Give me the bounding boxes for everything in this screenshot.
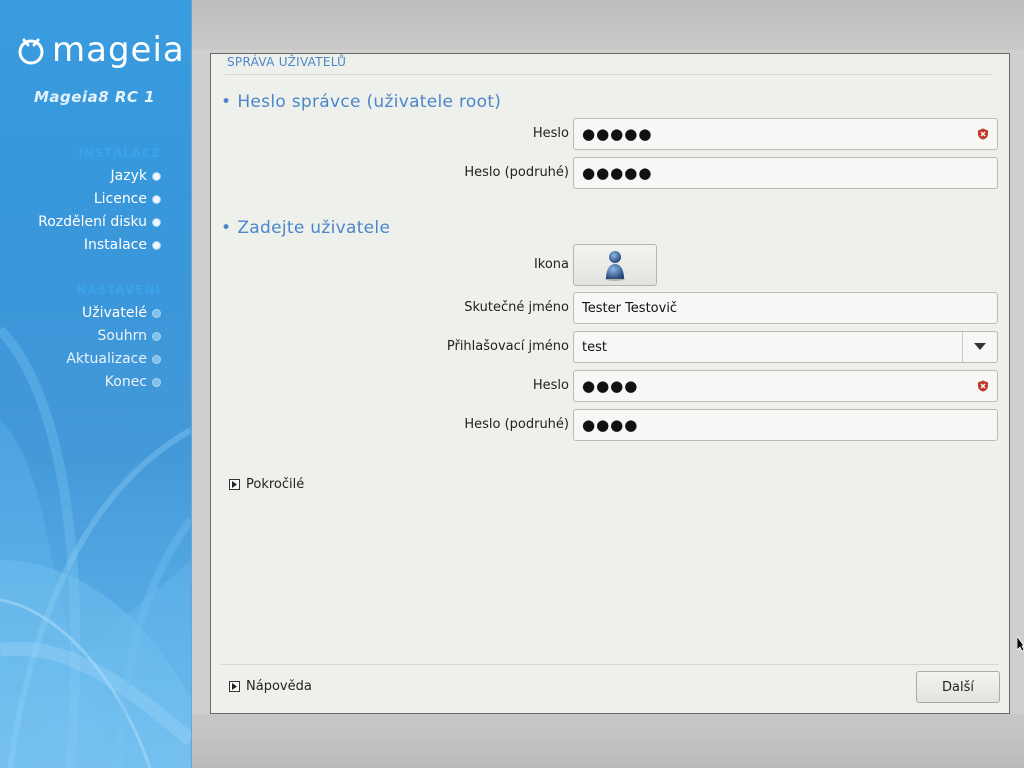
realname-field[interactable]: Tester Testovič: [573, 292, 998, 324]
login-value: test: [582, 339, 607, 355]
step-pending-dot: [152, 378, 161, 387]
step-done-dot: [152, 218, 161, 227]
triangle-right-icon: [229, 479, 240, 490]
root-password2-field[interactable]: ●●●●●: [573, 157, 998, 189]
help-label: Nápověda: [246, 679, 312, 694]
icon-label: Ikona: [533, 257, 569, 272]
chevron-down-icon: [974, 343, 986, 350]
mouse-cursor-icon: [1017, 636, 1024, 652]
sidebar: mageia Mageia8 RC 1 Instalace Jazyk Lice…: [0, 0, 192, 768]
root-password2-value: ●●●●●: [582, 164, 653, 182]
group-title-configuration: Nastavení: [76, 283, 161, 297]
step-pending-dot: [152, 332, 161, 341]
step-users: Uživatelé: [82, 305, 147, 321]
step-partitioning: Rozdělení disku: [38, 214, 147, 230]
step-summary: Souhrn: [97, 328, 147, 344]
user-icon-button[interactable]: [573, 244, 657, 286]
user-section-title-text: Zadejte uživatele: [237, 218, 391, 238]
user-password2-value: ●●●●: [582, 416, 639, 434]
group-title-installation: Instalace: [78, 146, 161, 160]
step-installation: Instalace: [83, 237, 147, 253]
root-password-label: Heslo: [532, 126, 569, 141]
help-expander[interactable]: Nápověda: [229, 679, 312, 694]
user-avatar-icon: [605, 251, 625, 281]
triangle-right-icon: [229, 681, 240, 692]
user-management-panel: SPRÁVA UŽIVATELŮ • Heslo správce (uživate…: [210, 53, 1010, 714]
section-bullet: •: [221, 92, 232, 112]
mageia-logo: mageia: [16, 30, 185, 70]
next-button[interactable]: Další: [916, 671, 1000, 703]
advanced-label: Pokročilé: [246, 477, 305, 492]
section-bullet: •: [221, 218, 232, 238]
login-label: Přihlašovací jméno: [446, 339, 569, 354]
realname-value: Tester Testovič: [582, 300, 678, 316]
user-password2-label: Heslo (podruhé): [464, 417, 569, 432]
sidebar-background-swirl: [0, 0, 191, 768]
step-done-dot: [152, 195, 161, 204]
step-updates: Aktualizace: [66, 351, 147, 367]
root-password2-label: Heslo (podruhé): [464, 165, 569, 180]
root-section-title-text: Heslo správce (uživatele root): [237, 92, 502, 112]
desktop-background-top: [192, 0, 1024, 50]
step-language: Jazyk: [110, 168, 147, 184]
logo-text: mageia: [52, 30, 185, 70]
user-password2-field[interactable]: ●●●●: [573, 409, 998, 441]
version-label: Mageia8 RC 1: [34, 88, 156, 106]
login-dropdown-button[interactable]: [962, 332, 997, 362]
step-finish: Konec: [104, 374, 147, 390]
step-pending-dot: [152, 355, 161, 364]
weak-password-shield-icon: [978, 128, 988, 140]
mageia-cauldron-icon: [18, 38, 44, 65]
desktop-background-bottom: [192, 714, 1024, 768]
footer-divider: [221, 664, 999, 665]
login-combo[interactable]: test: [573, 331, 998, 363]
panel-title: SPRÁVA UŽIVATELŮ: [227, 55, 347, 69]
step-license: Licence: [93, 191, 147, 207]
step-current-dot: [152, 309, 161, 318]
user-section-title: • Zadejte uživatele: [221, 218, 390, 238]
user-password-value: ●●●●: [582, 377, 639, 395]
root-password-value: ●●●●●: [582, 125, 653, 143]
step-done-dot: [152, 241, 161, 250]
realname-label: Skutečné jméno: [464, 300, 569, 315]
root-password-field[interactable]: ●●●●●: [573, 118, 998, 150]
user-password-field[interactable]: ●●●●: [573, 370, 998, 402]
step-done-dot: [152, 172, 161, 181]
root-section-title: • Heslo správce (uživatele root): [221, 92, 501, 112]
weak-password-shield-icon: [978, 380, 988, 392]
user-password-label: Heslo: [532, 378, 569, 393]
title-divider: [225, 74, 993, 75]
next-button-label: Další: [942, 679, 974, 695]
advanced-expander[interactable]: Pokročilé: [229, 477, 304, 492]
